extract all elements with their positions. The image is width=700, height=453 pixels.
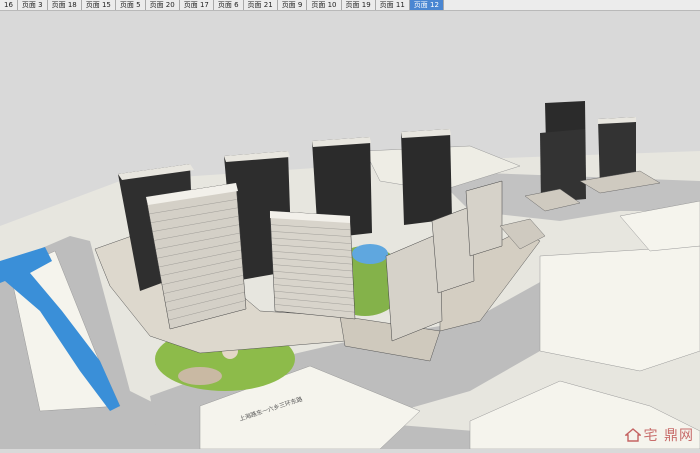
- tab-page[interactable]: 页面 5: [116, 0, 146, 10]
- tab-page[interactable]: 页面 9: [278, 0, 308, 10]
- tower-dark: [540, 101, 586, 203]
- watermark: 宅 鼎网: [624, 425, 694, 445]
- tab-page[interactable]: 页面 3: [18, 0, 48, 10]
- tab-page[interactable]: 页面 20: [146, 0, 180, 10]
- tab-page[interactable]: 页面 6: [214, 0, 244, 10]
- tower-light: [465, 180, 503, 257]
- tab-page[interactable]: 页面 18: [48, 0, 82, 10]
- model-viewport[interactable]: 上海路东一六乡三环东路: [0, 11, 700, 450]
- tab-page[interactable]: 页面 12: [409, 0, 444, 10]
- tab-page[interactable]: 页面 21: [244, 0, 278, 10]
- tab-page[interactable]: 页面 19: [342, 0, 376, 10]
- tab-page[interactable]: 16: [0, 0, 18, 10]
- page-tab-bar: 16 页面 3 页面 18 页面 15 页面 5 页面 20 页面 17 页面 6 页面 21 页…: [0, 0, 700, 11]
- watermark-text: 宅 鼎网: [643, 428, 694, 444]
- tower-dark: [401, 129, 452, 225]
- tab-page[interactable]: 页面 15: [82, 0, 116, 10]
- tab-page[interactable]: 页面 11: [376, 0, 410, 10]
- tab-page[interactable]: 页面 10: [307, 0, 342, 10]
- house-logo-icon: [624, 428, 641, 442]
- tab-page[interactable]: 页面 17: [180, 0, 214, 10]
- land-block: [539, 245, 700, 372]
- tower-light: [269, 210, 356, 320]
